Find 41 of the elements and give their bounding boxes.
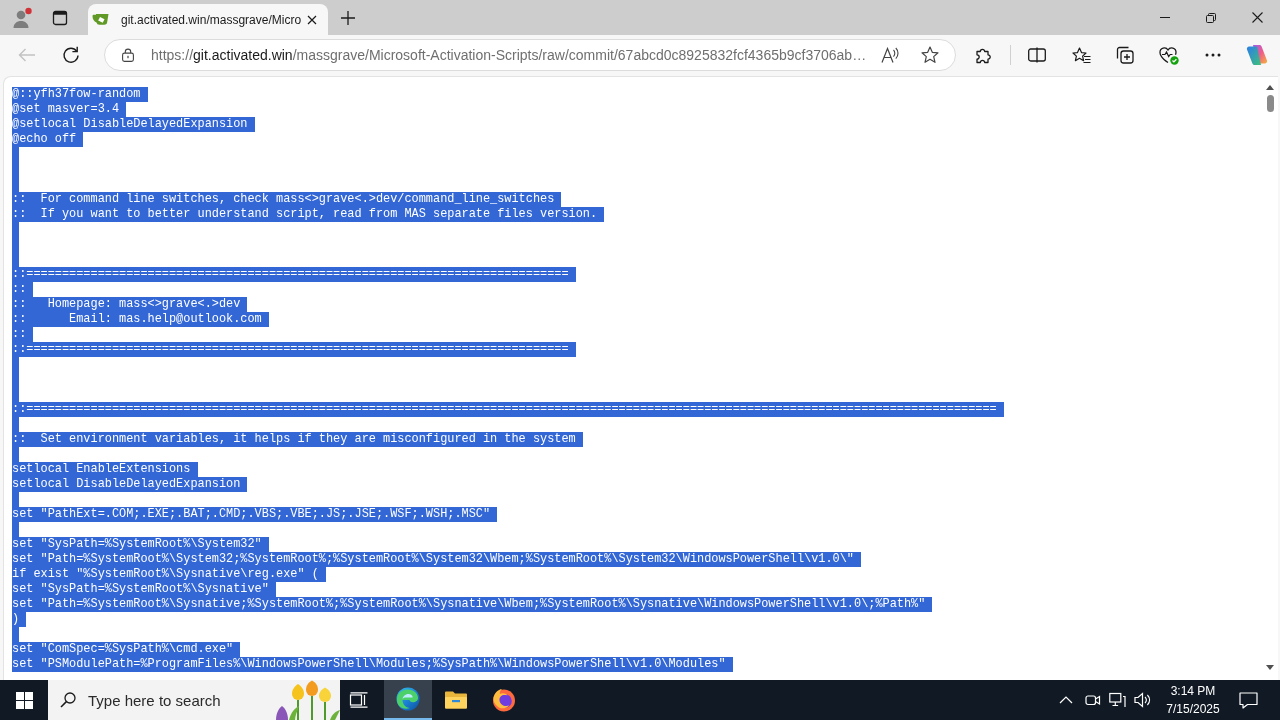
close-icon (307, 14, 317, 25)
lock-icon (122, 48, 134, 62)
search-field[interactable]: Type here to search (88, 691, 236, 709)
search-box[interactable]: Type here to search (48, 680, 340, 720)
task-view-icon (349, 692, 369, 708)
speaker-icon[interactable] (1134, 692, 1151, 708)
window-frame-icon[interactable] (52, 9, 68, 26)
puzzle-icon (975, 46, 993, 64)
scrollbar-thumb[interactable] (1266, 95, 1274, 112)
wave-logo-icon (396, 687, 420, 711)
scroll-down-icon[interactable] (1266, 665, 1274, 670)
more-icon (1205, 53, 1221, 57)
back-arrow-icon (18, 48, 36, 62)
refresh-icon (62, 46, 80, 64)
clock-time[interactable]: 3:14 PM (1170, 682, 1216, 700)
scroll-up-icon[interactable] (1266, 85, 1274, 90)
folder-icon (444, 690, 468, 710)
collections-icon (1116, 46, 1134, 64)
browser-tab[interactable]: git.activated.win/massgrave/Micro (88, 4, 328, 35)
profile-icon[interactable] (11, 6, 33, 29)
chevron-up-icon[interactable] (1059, 696, 1073, 704)
heart-check-icon (1159, 45, 1179, 65)
star-list-icon (1071, 46, 1091, 64)
network-icon[interactable] (1109, 692, 1126, 708)
clock-date[interactable]: 7/15/2025 (1166, 700, 1220, 718)
cup-icon (92, 13, 109, 26)
swirl-globe-icon (492, 688, 516, 712)
restore-icon (1206, 12, 1216, 23)
address-bar[interactable]: https://git.activated.win/massgrave/Microsoft-Activation-Scripts/raw/commit/67abcd0c8925832fcf4365b9cf3706ab… (104, 39, 956, 71)
copilot-icon (1246, 44, 1268, 66)
taskbar-button[interactable] (384, 680, 432, 720)
plus-icon (341, 10, 355, 25)
search-icon (60, 692, 76, 708)
read-aloud-icon[interactable] (881, 47, 899, 63)
notification-icon[interactable] (1239, 691, 1258, 709)
video-camera-icon[interactable] (1085, 692, 1101, 708)
minimize-icon (1160, 17, 1170, 18)
windows-logo-icon (15, 691, 33, 709)
close-icon (1251, 12, 1263, 23)
favorite-star-icon[interactable] (921, 46, 939, 64)
split-screen-icon (1028, 47, 1046, 63)
